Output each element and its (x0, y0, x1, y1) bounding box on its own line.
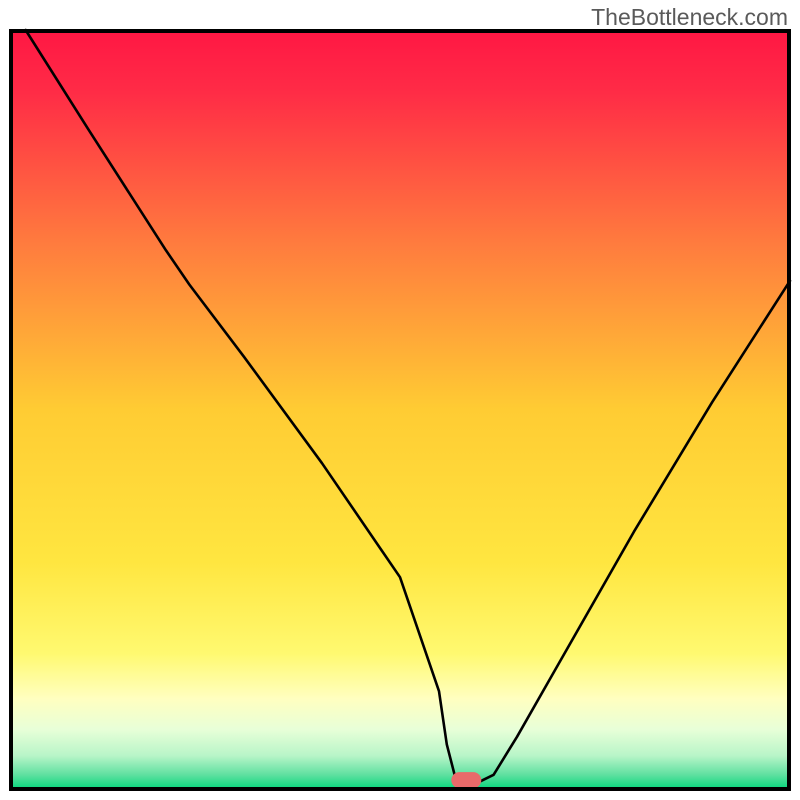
watermark-text: TheBottleneck.com (591, 4, 788, 31)
optimal-point-marker (451, 772, 481, 788)
chart-svg (0, 0, 800, 800)
bottleneck-chart: TheBottleneck.com (0, 0, 800, 800)
